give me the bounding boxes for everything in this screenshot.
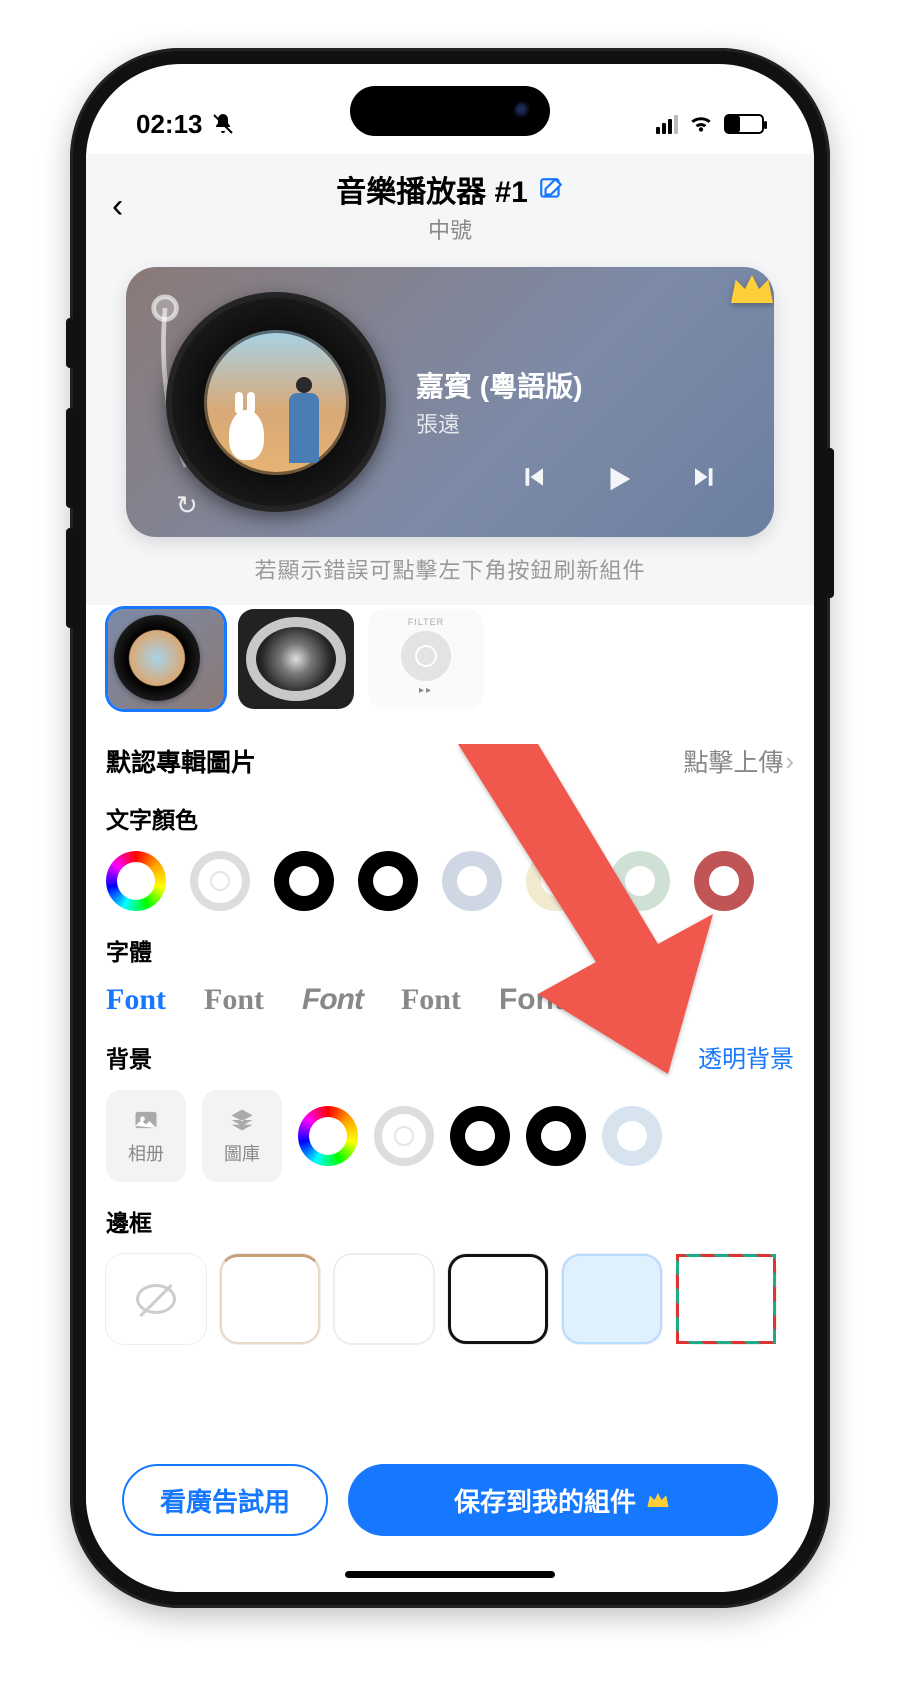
album-art <box>204 330 349 475</box>
album-image-row[interactable]: 默認專輯圖片 點擊上傳 › <box>106 743 794 779</box>
status-time: 02:13 <box>136 109 203 140</box>
color-red[interactable] <box>694 851 754 911</box>
next-button[interactable] <box>690 462 720 501</box>
phone-frame: 02:13 ‹ 音樂播放器 #1 中號 <box>70 48 830 1608</box>
side-button <box>66 408 74 508</box>
edit-icon[interactable] <box>538 176 564 202</box>
font-picker: Font Font Font Font Font <box>106 983 794 1017</box>
screen: 02:13 ‹ 音樂播放器 #1 中號 <box>86 64 814 1592</box>
refresh-hint: 若顯示錯誤可點擊左下角按鈕刷新組件 <box>86 553 814 585</box>
header-area: ‹ 音樂播放器 #1 中號 ↻ <box>86 154 814 605</box>
border-solid[interactable] <box>448 1254 548 1344</box>
album-action: 點擊上傳 <box>683 743 783 779</box>
border-candy[interactable] <box>676 1254 776 1344</box>
back-button[interactable]: ‹ <box>112 189 123 223</box>
page-subtitle: 中號 <box>336 213 564 245</box>
border-label: 邊框 <box>106 1204 794 1238</box>
font-option-4[interactable]: Font <box>401 983 461 1017</box>
refresh-button[interactable]: ↻ <box>176 490 198 521</box>
color-picker-button[interactable] <box>106 851 166 911</box>
border-picker <box>106 1254 794 1344</box>
text-color-label: 文字顏色 <box>106 801 794 835</box>
cellular-icon <box>656 115 678 134</box>
skin-option-2[interactable] <box>238 609 354 709</box>
page-title: 音樂播放器 #1 <box>336 167 528 211</box>
bg-library-button[interactable]: 圖庫 <box>202 1090 282 1182</box>
skin-selector: FILTER ▸▸ <box>106 605 794 721</box>
color-white[interactable] <box>190 851 250 911</box>
color-sage[interactable] <box>610 851 670 911</box>
color-black-2[interactable] <box>358 851 418 911</box>
battery-icon <box>724 114 764 134</box>
border-blue[interactable] <box>562 1254 662 1344</box>
font-option-3[interactable]: Font <box>302 983 363 1017</box>
settings-content: FILTER ▸▸ 默認專輯圖片 點擊上傳 › 文字顏色 <box>86 605 814 1592</box>
wifi-icon <box>688 114 714 134</box>
font-option-2[interactable]: Font <box>204 983 264 1017</box>
bg-black[interactable] <box>450 1106 510 1166</box>
footer-actions: 看廣告試用 保存到我的組件 <box>86 1464 814 1536</box>
prev-button[interactable] <box>518 462 548 501</box>
widget-preview: ↻ 嘉賓 (粵語版) 張遠 <box>126 267 774 537</box>
side-button <box>826 448 834 598</box>
silent-mode-icon <box>211 112 235 136</box>
track-artist: 張遠 <box>416 407 582 439</box>
home-indicator <box>345 1571 555 1578</box>
background-picker: 相册 圖庫 <box>106 1090 794 1182</box>
font-option-1[interactable]: Font <box>106 983 166 1017</box>
vinyl-disc <box>166 292 386 512</box>
crown-icon <box>724 267 774 317</box>
chevron-right-icon: › <box>785 746 794 777</box>
bg-black-2[interactable] <box>526 1106 586 1166</box>
crown-icon <box>644 1486 672 1514</box>
bg-lightblue[interactable] <box>602 1106 662 1166</box>
bg-color-picker[interactable] <box>298 1106 358 1166</box>
skin-option-3[interactable]: FILTER ▸▸ <box>368 609 484 709</box>
bg-photo-button[interactable]: 相册 <box>106 1090 186 1182</box>
dynamic-island <box>350 86 550 136</box>
border-wavy[interactable] <box>220 1254 320 1344</box>
skin-option-1[interactable] <box>108 609 224 709</box>
border-ornate[interactable] <box>334 1254 434 1344</box>
color-cream[interactable] <box>526 851 586 911</box>
font-label: 字體 <box>106 933 794 967</box>
trial-button[interactable]: 看廣告試用 <box>122 1464 328 1536</box>
photo-icon <box>132 1106 160 1134</box>
background-label: 背景 <box>106 1040 152 1074</box>
save-button[interactable]: 保存到我的組件 <box>348 1464 778 1536</box>
text-color-picker <box>106 851 794 911</box>
side-button <box>66 318 74 368</box>
play-button[interactable] <box>602 462 636 501</box>
color-black[interactable] <box>274 851 334 911</box>
bg-white[interactable] <box>374 1106 434 1166</box>
album-label: 默認專輯圖片 <box>106 743 256 779</box>
track-title: 嘉賓 (粵語版) <box>416 365 582 405</box>
transparent-bg-link[interactable]: 透明背景 <box>698 1039 794 1074</box>
color-blue-grey[interactable] <box>442 851 502 911</box>
library-icon <box>228 1106 256 1134</box>
border-none[interactable] <box>106 1254 206 1344</box>
side-button <box>66 528 74 628</box>
font-option-5[interactable]: Font <box>499 983 564 1017</box>
